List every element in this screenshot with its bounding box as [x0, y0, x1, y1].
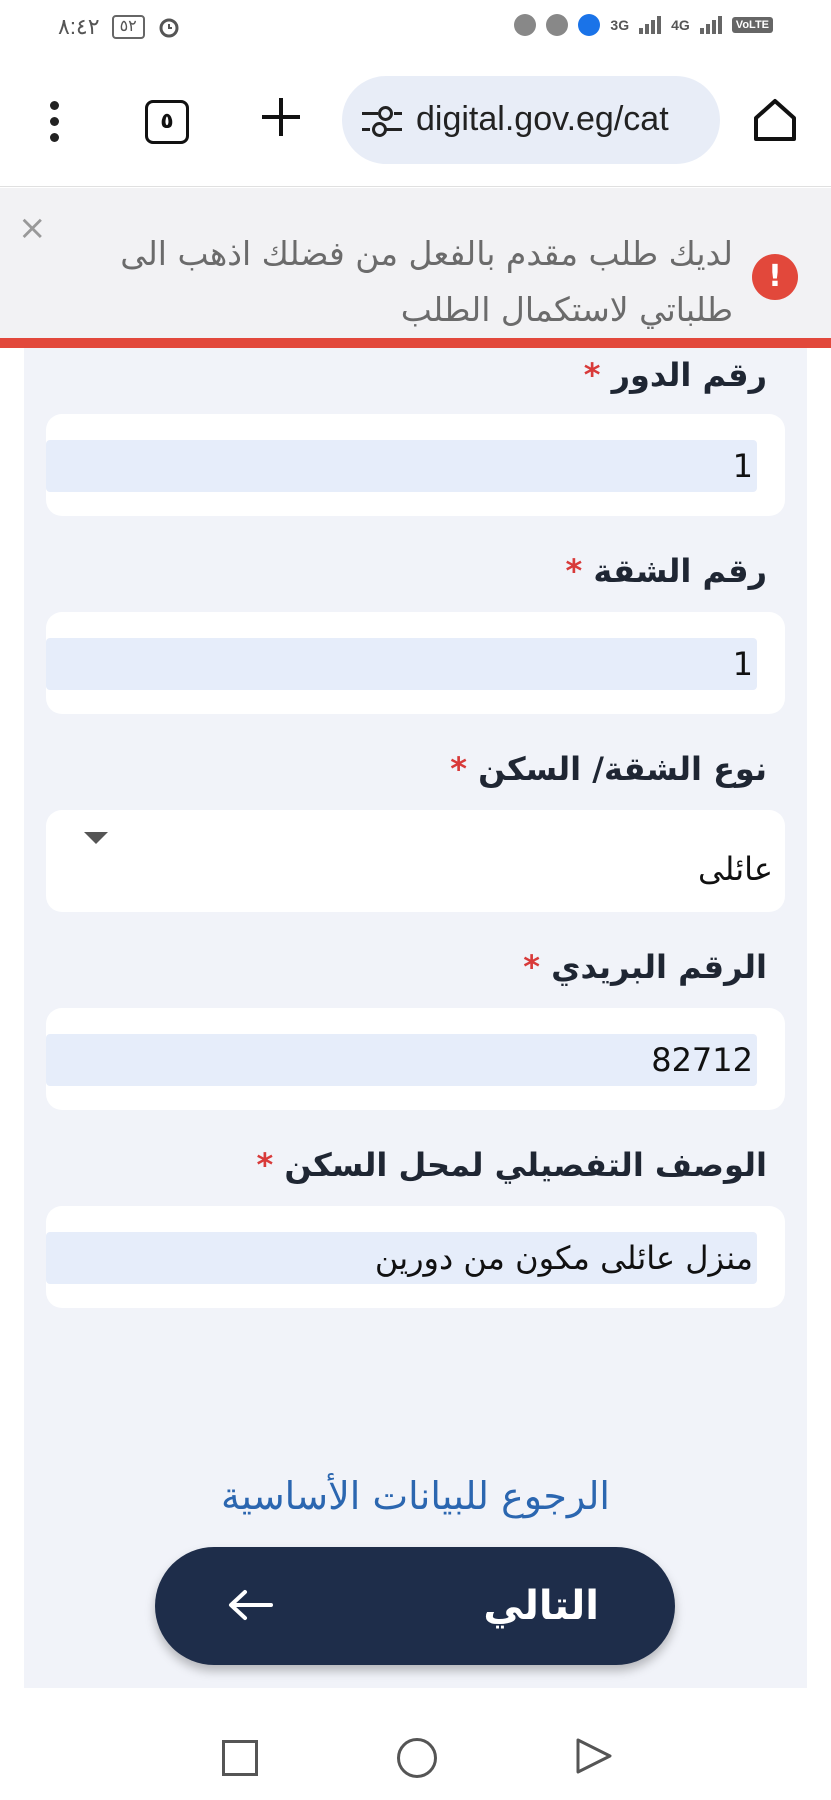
postal-code-input[interactable]: 82712 [46, 1034, 757, 1086]
bulb-notification-icon [578, 14, 601, 36]
dropdown-arrow-icon[interactable] [84, 832, 108, 844]
battery-level: ٥٢ [119, 18, 137, 35]
signal-icon [639, 16, 662, 34]
postal-code-field: 82712 [46, 1008, 785, 1110]
status-bar: ٨:٤٢ ٥٢ 3G 4G VoLTE [0, 0, 831, 56]
description-input[interactable]: منزل عائلى مكون من دورين [46, 1232, 757, 1284]
network-3g-indicator: 3G [610, 17, 630, 33]
next-button[interactable]: التالي [155, 1547, 675, 1665]
floor-input[interactable]: 1 [46, 440, 757, 492]
alert-message: لديك طلب مقدم بالفعل من فضلك اذهب الى طل… [120, 234, 733, 329]
alert-banner: × لديك طلب مقدم بالفعل من فضلك اذهب الى … [0, 188, 831, 348]
tab-switcher-button[interactable]: ٥ [145, 100, 189, 144]
new-tab-plus-icon[interactable] [258, 94, 304, 140]
back-to-basic-data-link[interactable]: الرجوع للبيانات الأساسية [24, 1474, 807, 1518]
status-right: 3G 4G VoLTE [514, 14, 773, 36]
alarm-icon [159, 18, 179, 38]
whatsapp-icon [546, 14, 569, 36]
description-field: منزل عائلى مكون من دورين [46, 1206, 785, 1308]
next-button-label: التالي [483, 1583, 599, 1629]
browser-toolbar: ٥ digital.gov.eg/cat [0, 56, 831, 187]
floor-field: 1 [46, 414, 785, 516]
close-icon[interactable]: × [18, 208, 47, 248]
recent-apps-icon[interactable] [222, 1740, 258, 1776]
back-triangle-icon[interactable] [574, 1736, 614, 1776]
site-settings-icon[interactable] [362, 104, 402, 137]
clock: ٨:٤٢ [58, 14, 100, 39]
description-label: الوصف التفصيلي لمحل السكن * [256, 1146, 767, 1184]
app-notification-icon [514, 14, 537, 36]
residence-type-value: عائلى [697, 850, 773, 888]
address-form: رقم الدور * 1 رقم الشقة * 1 نوع الشقة/ ا… [24, 348, 807, 1688]
battery-icon: ٥٢ [111, 15, 145, 39]
arrow-left-icon [229, 1590, 273, 1620]
apartment-label: رقم الشقة * [565, 552, 767, 590]
volte-badge: VoLTE [731, 17, 773, 33]
apartment-field: 1 [46, 612, 785, 714]
residence-type-select[interactable]: عائلى [46, 810, 785, 912]
apartment-input[interactable]: 1 [46, 638, 757, 690]
address-bar[interactable]: digital.gov.eg/cat [342, 76, 720, 164]
menu-dots-icon[interactable] [44, 101, 64, 145]
error-icon: ! [752, 254, 798, 300]
postal-code-label: الرقم البريدي * [523, 948, 767, 986]
url-text[interactable]: digital.gov.eg/cat [416, 100, 669, 139]
signal-icon-2 [699, 16, 722, 34]
floor-label: رقم الدور * [583, 356, 767, 394]
status-left: ٨:٤٢ ٥٢ [58, 14, 181, 40]
residence-type-label: نوع الشقة/ السكن * [450, 750, 767, 788]
system-nav-bar [0, 1690, 831, 1800]
home-icon[interactable] [752, 96, 798, 144]
network-4g-indicator: 4G [671, 17, 690, 33]
home-nav-icon[interactable] [397, 1738, 437, 1778]
